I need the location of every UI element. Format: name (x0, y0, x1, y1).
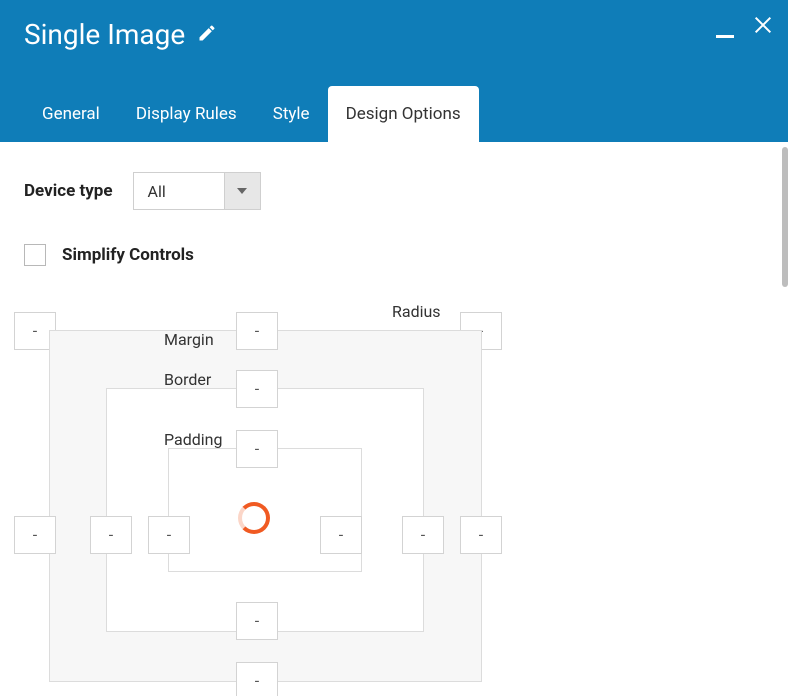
dialog-header: Single Image General Display Rules Style… (0, 0, 788, 142)
margin-right-input[interactable]: - (460, 516, 502, 554)
dialog-content: Device type All Simplify Controls - Radi… (0, 142, 788, 696)
radius-label: Radius (392, 302, 441, 321)
padding-top-input[interactable]: - (236, 430, 278, 468)
padding-label: Padding (164, 430, 222, 449)
box-model-diagram: - Radius - Margin - - - - Border - - - -… (24, 302, 490, 682)
device-type-label: Device type (24, 181, 113, 201)
window-controls (716, 14, 774, 40)
tab-display-rules[interactable]: Display Rules (118, 86, 255, 142)
border-left-input[interactable]: - (90, 516, 132, 554)
simplify-checkbox[interactable] (24, 244, 46, 266)
tab-style[interactable]: Style (255, 86, 328, 142)
device-type-select[interactable]: All (133, 172, 261, 210)
device-type-row: Device type All (24, 172, 764, 210)
device-type-value: All (134, 173, 224, 209)
padding-left-input[interactable]: - (148, 516, 190, 554)
margin-bottom-input[interactable]: - (236, 662, 278, 696)
dialog-title: Single Image (24, 18, 185, 51)
margin-label: Margin (164, 330, 214, 349)
pencil-icon[interactable] (197, 23, 217, 47)
minimize-icon[interactable] (716, 16, 734, 40)
chevron-down-icon (224, 173, 260, 209)
tab-design-options[interactable]: Design Options (328, 86, 479, 142)
simplify-row: Simplify Controls (24, 244, 764, 266)
vertical-scrollbar[interactable] (782, 147, 788, 287)
tab-general[interactable]: General (24, 86, 118, 142)
title-row: Single Image (18, 18, 770, 51)
tab-bar: General Display Rules Style Design Optio… (24, 86, 479, 142)
border-label: Border (164, 370, 211, 389)
border-right-input[interactable]: - (402, 516, 444, 554)
border-top-input[interactable]: - (236, 370, 278, 408)
padding-right-input[interactable]: - (320, 516, 362, 554)
border-bottom-input[interactable]: - (236, 602, 278, 640)
loading-spinner-icon (238, 502, 270, 534)
close-icon[interactable] (752, 14, 774, 40)
margin-top-input[interactable]: - (236, 312, 278, 350)
simplify-label: Simplify Controls (62, 245, 194, 265)
margin-left-input[interactable]: - (14, 516, 56, 554)
